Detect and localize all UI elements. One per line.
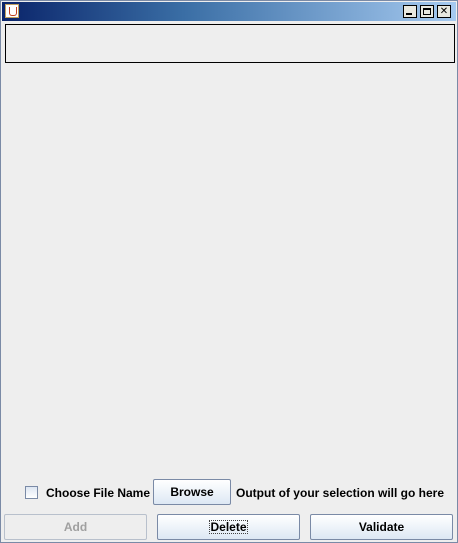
maximize-button[interactable]: [420, 5, 434, 18]
validate-button-label: Validate: [358, 520, 405, 534]
add-button-label: Add: [63, 520, 88, 534]
top-text-area[interactable]: [5, 24, 455, 63]
delete-button[interactable]: Delete: [157, 514, 300, 540]
app-window: ✕ Choose File Name Browse Output of your…: [0, 0, 458, 543]
minimize-icon: [406, 13, 412, 15]
add-button[interactable]: Add: [4, 514, 147, 540]
java-app-icon[interactable]: [5, 4, 19, 18]
close-button[interactable]: ✕: [437, 5, 451, 18]
validate-button[interactable]: Validate: [310, 514, 453, 540]
file-selection-row: Choose File Name Browse Output of your s…: [1, 479, 458, 507]
maximize-icon: [423, 8, 431, 15]
choose-file-name-label[interactable]: Choose File Name: [46, 486, 150, 500]
minimize-button[interactable]: [403, 5, 417, 18]
output-selection-text: Output of your selection will go here: [236, 486, 445, 500]
delete-button-label: Delete: [209, 520, 248, 534]
choose-file-name-checkbox[interactable]: [25, 486, 38, 499]
browse-button[interactable]: Browse: [153, 479, 231, 505]
browse-button-label: Browse: [170, 485, 214, 499]
close-icon: ✕: [439, 6, 449, 17]
title-bar[interactable]: ✕: [2, 2, 456, 21]
